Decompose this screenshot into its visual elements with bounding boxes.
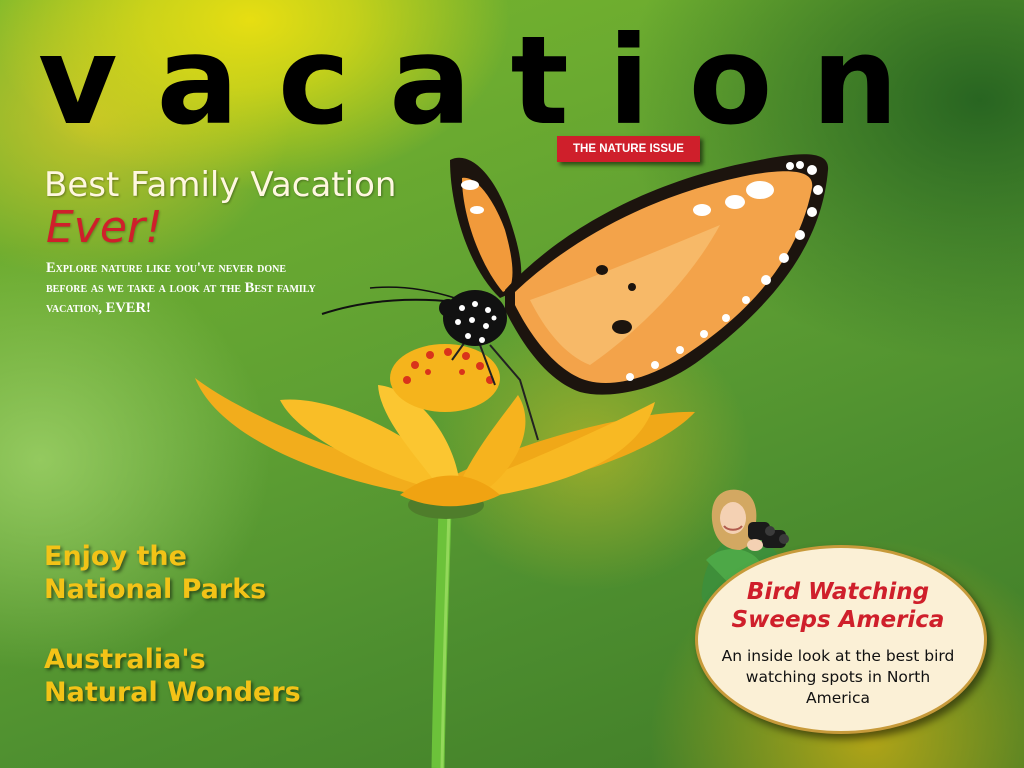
feature-headline: Best Family Vacation: [44, 165, 397, 205]
sidebar-story-title: Bird Watching Sweeps America: [731, 579, 945, 633]
feature-headline-emphasis: Ever!: [46, 202, 163, 253]
cover-line-national-parks: Enjoy the National Parks: [44, 541, 267, 605]
magazine-cover: vacation THE NATURE ISSUE Best Family Va…: [0, 0, 1024, 768]
cover-line-australia: Australia's Natural Wonders: [44, 644, 301, 708]
sidebar-story-body: An inside look at the best bird watching…: [721, 647, 955, 707]
feature-blurb: Explore nature like you've never done be…: [46, 260, 316, 316]
